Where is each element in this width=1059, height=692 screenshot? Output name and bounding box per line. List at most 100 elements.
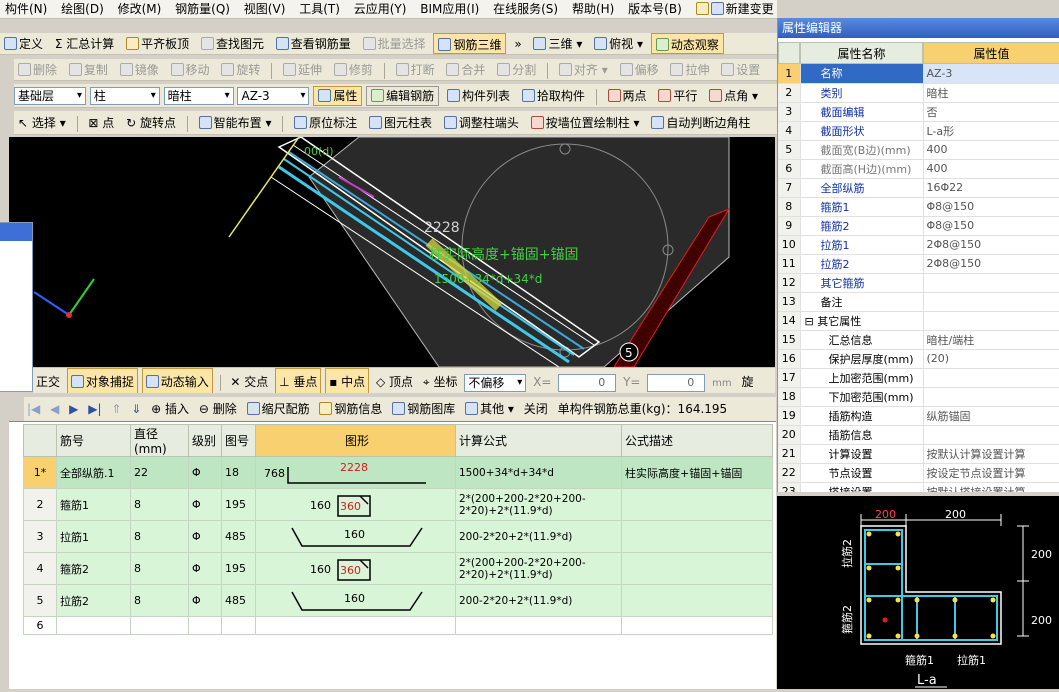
cell-grade[interactable]: Φ [188, 456, 222, 489]
property-value[interactable]: 400 [923, 140, 1059, 160]
cell-diameter[interactable]: 8 [130, 488, 189, 521]
property-value[interactable] [923, 387, 1059, 407]
cell-formula-desc[interactable] [621, 616, 773, 635]
move-up-button[interactable]: ⇑ [108, 397, 124, 421]
component-list-button[interactable]: 构件列表 [443, 84, 514, 107]
property-value[interactable]: 按默认计算设置计算 [923, 444, 1059, 464]
cell-shape[interactable]: 160 360 [255, 488, 456, 521]
pick-component-button[interactable]: 拾取构件 [518, 84, 589, 107]
dynamic-input-toggle[interactable]: 动态输入 [141, 368, 213, 393]
delete-button[interactable]: 删除 [14, 59, 61, 80]
property-row[interactable]: 9 箍筋2 Φ8@150 [778, 216, 1059, 236]
menu-draw[interactable]: 绘图(D) [56, 0, 109, 18]
rotate-button[interactable]: 旋转 [217, 59, 264, 80]
cell-diameter[interactable]: 22 [130, 456, 189, 489]
cell-fig-no[interactable]: 485 [221, 584, 256, 617]
cell-bar-name[interactable]: 箍筋2 [56, 552, 131, 585]
offset-button[interactable]: 偏移 [616, 59, 663, 80]
merge-button[interactable]: 合并 [442, 59, 489, 80]
header-formula-desc[interactable]: 公式描述 [621, 424, 773, 457]
nav-next-button[interactable]: ▶ [66, 397, 81, 421]
two-points-button[interactable]: 两点 [604, 84, 651, 107]
extend-button[interactable]: 延伸 [279, 59, 326, 80]
header-bar-no[interactable]: 筋号 [56, 424, 131, 457]
property-row[interactable]: 13 备注 [778, 292, 1059, 312]
align-button[interactable]: 对齐 ▾ [555, 59, 612, 80]
property-row[interactable]: 12 其它箍筋 [778, 273, 1059, 293]
property-row[interactable]: 20 插筋信息 [778, 425, 1059, 445]
midpoint-snap[interactable]: ▪ 中点 [325, 368, 370, 393]
nav-last-button[interactable]: ▶| [85, 397, 104, 421]
draw-by-wall-button[interactable]: 按墙位置绘制柱 ▾ [527, 111, 644, 134]
close-button[interactable]: 关闭 [521, 397, 551, 421]
dynamic-observe-button[interactable]: 动态观察 [650, 33, 724, 54]
in-place-annotation-button[interactable]: 原位标注 [290, 111, 361, 134]
define-button[interactable]: 定义 [0, 33, 47, 54]
property-row[interactable]: 4 截面形状 L-a形 [778, 121, 1059, 141]
coordinate-snap[interactable]: ⌖ 坐标 [420, 369, 461, 393]
cell-shape[interactable]: 160 360 [255, 552, 456, 585]
other-button[interactable]: 其他 ▾ [462, 397, 517, 421]
property-row[interactable]: 19 插筋构造 纵筋锚固 [778, 406, 1059, 426]
header-diameter[interactable]: 直径(mm) [130, 424, 189, 457]
more-chevron-icon[interactable]: » [510, 33, 525, 54]
property-value[interactable]: Φ8@150 [923, 197, 1059, 217]
property-value[interactable] [923, 292, 1059, 312]
parallel-button[interactable]: 平行 [654, 84, 701, 107]
intersection-snap[interactable]: ✕ 交点 [227, 369, 271, 393]
vertex-snap[interactable]: ◇ 顶点 [373, 369, 416, 393]
table-row[interactable]: 5 拉筋2 8 Φ 485 160 200-2*20+2*(11.9*d) [23, 584, 773, 617]
cell-bar-name[interactable]: 箍筋1 [56, 488, 131, 521]
break-button[interactable]: 打断 [392, 59, 439, 80]
cell-formula-desc[interactable] [621, 584, 773, 617]
property-row[interactable]: 6 截面高(H边)(mm) 400 [778, 159, 1059, 179]
menu-bim[interactable]: BIM应用(I) [415, 0, 484, 18]
property-value[interactable]: AZ-3 [923, 64, 1059, 84]
row-number[interactable]: 6 [23, 616, 57, 635]
property-row[interactable]: 5 截面宽(B边)(mm) 400 [778, 140, 1059, 160]
rebar-3d-button[interactable]: 钢筋三维 [433, 33, 507, 54]
row-number[interactable]: 1* [23, 456, 57, 489]
header-fig-no[interactable]: 图号 [221, 424, 256, 457]
select-button[interactable]: ↖ 选择 ▾ [14, 111, 70, 134]
property-value[interactable]: (20) [923, 349, 1059, 369]
property-value[interactable]: 2Φ8@150 [923, 235, 1059, 255]
x-input[interactable]: 0 [558, 373, 617, 392]
cell-shape[interactable]: 160 [255, 520, 456, 553]
cell-formula-desc[interactable]: 柱实际高度+锚固+锚固 [621, 456, 773, 489]
menu-component[interactable]: 构件(N) [0, 0, 52, 18]
trim-button[interactable]: 修剪 [330, 59, 377, 80]
property-row[interactable]: 2 类别 暗柱 [778, 83, 1059, 103]
menu-modify[interactable]: 修改(M) [113, 0, 167, 18]
cell-formula[interactable]: 1500+34*d+34*d [455, 456, 622, 489]
menu-view[interactable]: 视图(V) [239, 0, 291, 18]
property-value[interactable] [923, 311, 1059, 331]
menu-cloud[interactable]: 云应用(Y) [349, 0, 412, 18]
cell-diameter[interactable] [130, 616, 189, 635]
table-row[interactable]: 4 箍筋2 8 Φ 195 160 360 2*(200+200-2*20+20… [23, 552, 773, 585]
cell-grade[interactable]: Φ [188, 584, 222, 617]
cell-grade[interactable]: Φ [188, 520, 222, 553]
cell-grade[interactable] [188, 616, 222, 635]
point-button[interactable]: ⊠ 点 [84, 111, 118, 134]
column-table-button[interactable]: 图元柱表 [365, 111, 436, 134]
cell-formula-desc[interactable] [621, 520, 773, 553]
cell-bar-name[interactable]: 拉筋1 [56, 520, 131, 553]
3d-view-button[interactable]: 三维 ▾ [529, 33, 586, 54]
cell-fig-no[interactable]: 18 [221, 456, 256, 489]
nav-prev-button[interactable]: ◀ [47, 397, 62, 421]
top-view-button[interactable]: 俯视 ▾ [590, 33, 647, 54]
property-value[interactable] [923, 273, 1059, 293]
layer-select[interactable]: 基础层 [14, 87, 86, 105]
perpendicular-snap[interactable]: ⊥ 垂点 [275, 368, 322, 393]
object-snap-toggle[interactable]: 对象捕捉 [66, 368, 138, 393]
property-row[interactable]: 1 名称 AZ-3 [778, 64, 1059, 84]
property-row[interactable]: 22 节点设置 按设定节点设置计算 [778, 463, 1059, 483]
row-number[interactable]: 5 [23, 584, 57, 617]
subtype-select[interactable]: 暗柱 [163, 87, 234, 105]
property-row[interactable]: 21 计算设置 按默认计算设置计算 [778, 444, 1059, 464]
menu-tools[interactable]: 工具(T) [294, 0, 345, 18]
cell-diameter[interactable]: 8 [130, 584, 189, 617]
property-col-name[interactable]: 属性名称 [800, 42, 923, 64]
offset-select[interactable]: 不偏移 [464, 373, 527, 392]
